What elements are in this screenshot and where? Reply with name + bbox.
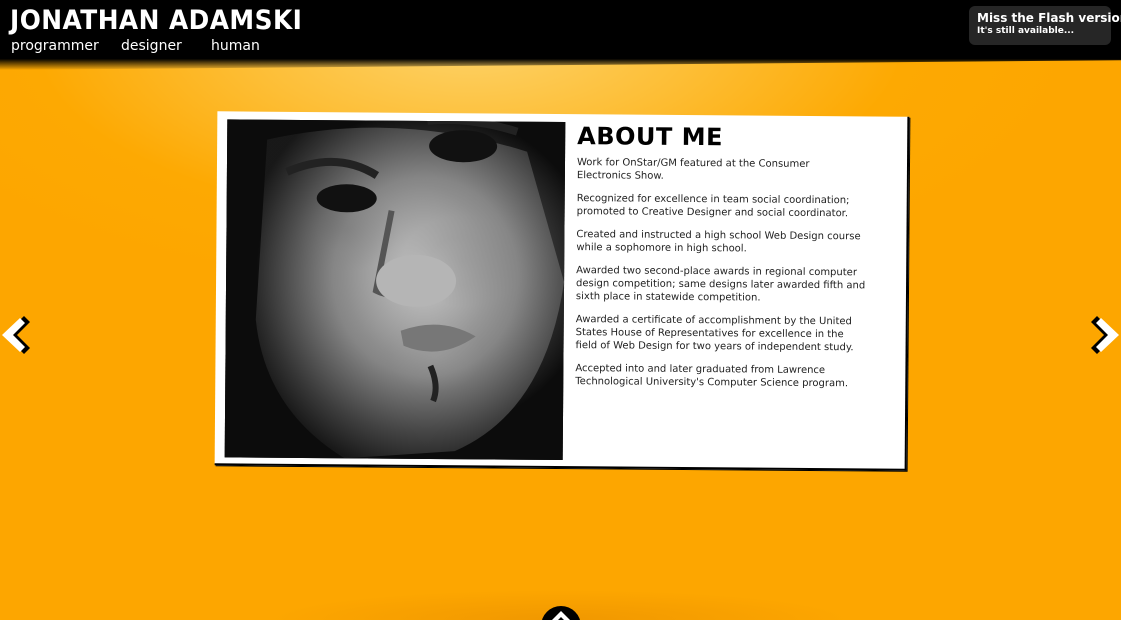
nav-link-programmer[interactable]: programmer	[11, 38, 99, 54]
about-paragraph: Awarded two second-place awards in regio…	[575, 265, 866, 304]
profile-photo	[224, 119, 566, 461]
next-slide-button[interactable]	[1091, 316, 1121, 354]
about-paragraph: Work for OnStar/GM featured at the Consu…	[576, 157, 810, 182]
nav-link-human[interactable]: human	[211, 38, 260, 54]
header-shadow	[0, 56, 1121, 70]
about-paragraph: Created and instructed a high school Web…	[576, 229, 861, 255]
chevron-up-icon	[552, 611, 570, 620]
about-paragraph: Accepted into and later graduated from L…	[575, 363, 849, 390]
about-card: ABOUT ME Work for OnStar/GM featured at …	[214, 111, 910, 471]
portrait-illustration	[255, 119, 565, 459]
chevron-right-icon	[1091, 316, 1119, 354]
chevron-left-icon	[2, 316, 30, 354]
flash-version-subtitle: It's still available...	[977, 26, 1075, 36]
header-bar: JONATHAN ADAMSKI programmer designer hum…	[0, 0, 1121, 56]
about-paragraph: Awarded a certificate of accomplishment …	[575, 314, 854, 354]
nav-link-designer[interactable]: designer	[121, 38, 182, 54]
about-text: Work for OnStar/GM featured at the Consu…	[575, 156, 867, 400]
about-paragraph: Recognized for excellence in team social…	[576, 193, 850, 220]
prev-slide-button[interactable]	[0, 316, 30, 354]
flash-version-link[interactable]: Miss the Flash version? It's still avail…	[969, 6, 1121, 45]
about-title: ABOUT ME	[577, 122, 724, 152]
flash-version-title: Miss the Flash version?	[977, 11, 1121, 25]
site-title[interactable]: JONATHAN ADAMSKI	[10, 5, 302, 36]
